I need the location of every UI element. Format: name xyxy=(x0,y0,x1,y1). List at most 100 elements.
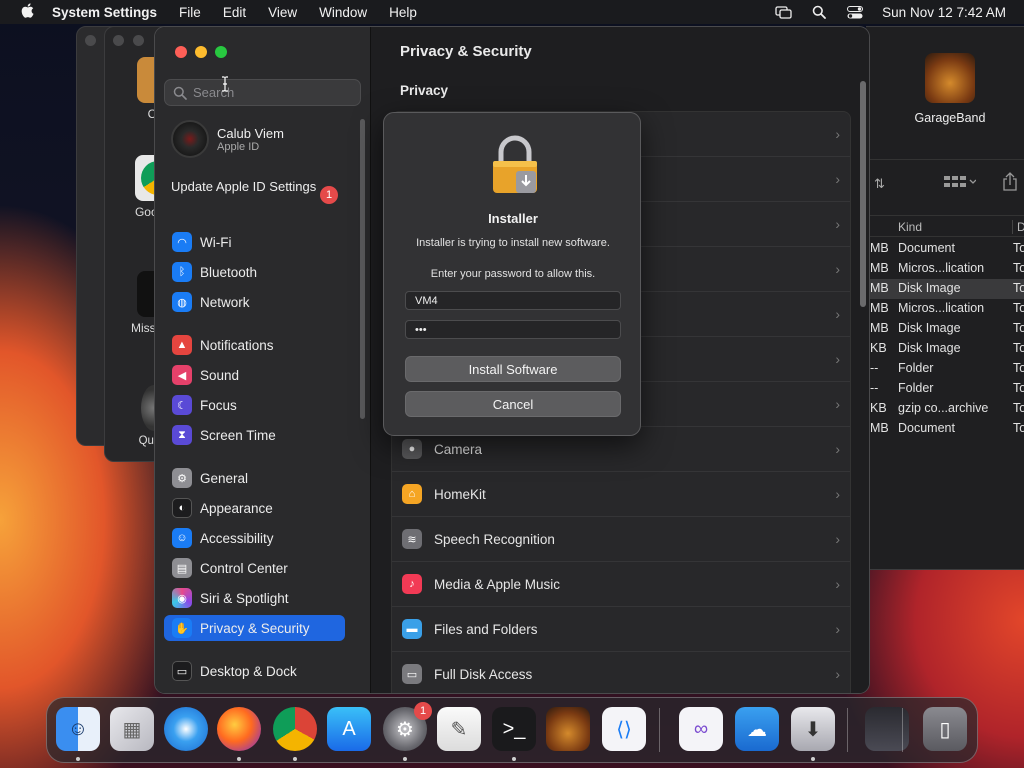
screen-mirroring-icon[interactable] xyxy=(774,5,792,19)
finder-row[interactable]: KB gzip co...archive To xyxy=(866,399,1024,419)
minimize-window-button[interactable] xyxy=(195,46,207,58)
app-store-icon[interactable]: A xyxy=(327,707,371,751)
group-view-icon[interactable] xyxy=(944,174,977,193)
moon-icon: ☾ xyxy=(172,395,192,415)
sidebar-item-appearance[interactable]: ◐ Appearance xyxy=(164,495,345,521)
search-input[interactable] xyxy=(193,85,343,100)
cancel-button[interactable]: Cancel xyxy=(405,391,621,417)
page-title: Privacy & Security xyxy=(400,43,532,60)
column-kind[interactable]: Kind xyxy=(898,220,922,234)
privacy-row-label: Full Disk Access xyxy=(434,666,533,682)
dock-separator xyxy=(659,708,660,752)
visual-studio-icon[interactable]: ∞ xyxy=(679,707,723,751)
privacy-row-full-disk-access[interactable]: ▭ Full Disk Access › xyxy=(392,652,850,693)
privacy-row-homekit[interactable]: ⌂ HomeKit › xyxy=(392,472,850,517)
sidebar-item-network[interactable]: ◍ Network xyxy=(164,289,345,315)
sidebar-item-focus[interactable]: ☾ Focus xyxy=(164,392,345,418)
safari-icon[interactable] xyxy=(164,707,208,751)
chrome-icon[interactable] xyxy=(273,707,317,751)
finder-row[interactable]: -- Folder To xyxy=(866,359,1024,379)
menu-file[interactable]: File xyxy=(179,5,201,20)
privacy-row-label: Camera xyxy=(434,441,483,457)
finder-item-garageband[interactable]: GarageBand xyxy=(910,53,990,125)
sidebar-scrollbar[interactable] xyxy=(360,119,365,419)
close-window-button[interactable] xyxy=(175,46,187,58)
finder-window[interactable]: GarageBand ⇅ Kind D MB Document To MB Micros… xyxy=(866,26,1024,570)
file-size: -- xyxy=(870,381,879,395)
running-indicator xyxy=(293,757,297,761)
sidebar-item-label: Appearance xyxy=(200,500,273,516)
menu-view[interactable]: View xyxy=(268,5,297,20)
menu-app-name[interactable]: System Settings xyxy=(52,5,157,20)
search-icon xyxy=(173,86,187,100)
finder-row[interactable]: KB Disk Image To xyxy=(866,339,1024,359)
privacy-row-media-apple-music[interactable]: ♪ Media & Apple Music › xyxy=(392,562,850,607)
running-indicator xyxy=(403,757,407,761)
dock-separator xyxy=(902,708,903,752)
apple-logo-icon[interactable] xyxy=(18,2,36,22)
trash-icon[interactable]: ▯ xyxy=(923,707,967,751)
sidebar-item-privacy-security[interactable]: ✋ Privacy & Security xyxy=(164,615,345,641)
privacy-row-files-and-folders[interactable]: ▬ Files and Folders › xyxy=(392,607,850,652)
dock-separator xyxy=(847,708,848,752)
window-control-icon[interactable] xyxy=(113,35,124,46)
sidebar-item-screen-time[interactable]: ⧗ Screen Time xyxy=(164,422,345,448)
menu-clock[interactable]: Sun Nov 12 7:42 AM xyxy=(882,5,1006,20)
control-center-icon[interactable] xyxy=(846,5,864,19)
sidebar-item-wi-fi[interactable]: ◠ Wi-Fi xyxy=(164,229,345,255)
password-field[interactable]: ••• xyxy=(405,320,621,339)
privacy-row-label: Speech Recognition xyxy=(434,531,555,547)
finder-row[interactable]: MB Disk Image To xyxy=(866,319,1024,339)
installer-icon[interactable]: ⬇ xyxy=(791,707,835,751)
sidebar-item-general[interactable]: ⚙ General xyxy=(164,465,345,491)
finder-row[interactable]: MB Document To xyxy=(866,419,1024,439)
privacy-row-speech-recognition[interactable]: ≋ Speech Recognition › xyxy=(392,517,850,562)
update-apple-id-link[interactable]: Update Apple ID Settings xyxy=(171,179,341,195)
sidebar-item-accessibility[interactable]: ☺ Accessibility xyxy=(164,525,345,551)
install-software-button[interactable]: Install Software xyxy=(405,356,621,382)
garageband-icon[interactable] xyxy=(546,707,590,751)
firefox-icon[interactable] xyxy=(217,707,261,751)
spotlight-search-icon[interactable] xyxy=(810,5,828,19)
column-date[interactable]: D xyxy=(1012,220,1024,234)
menu-window[interactable]: Window xyxy=(319,5,367,20)
finder-row[interactable]: MB Document To xyxy=(866,239,1024,259)
zoom-window-button[interactable] xyxy=(215,46,227,58)
username-field[interactable]: VM4 xyxy=(405,291,621,310)
finder-row[interactable]: MB Micros...lication To xyxy=(866,259,1024,279)
weather-icon[interactable]: ☁ xyxy=(735,707,779,751)
file-date: To xyxy=(1013,281,1024,295)
running-indicator xyxy=(811,757,815,761)
vscode-icon[interactable]: ⟨⟩ xyxy=(602,707,646,751)
finder-row[interactable]: MB Disk Image To xyxy=(866,279,1024,299)
terminal-icon[interactable]: >_ xyxy=(492,707,536,751)
chevron-right-icon: › xyxy=(835,306,840,322)
textedit-icon[interactable]: ✎ xyxy=(437,707,481,751)
window-control-icon[interactable] xyxy=(85,35,96,46)
sidebar-item-control-center[interactable]: ▤ Control Center xyxy=(164,555,345,581)
menu-edit[interactable]: Edit xyxy=(223,5,246,20)
sidebar-item-notifications[interactable]: ▲ Notifications xyxy=(164,332,345,358)
share-icon[interactable] xyxy=(1002,172,1018,195)
running-indicator xyxy=(237,757,241,761)
menu-help[interactable]: Help xyxy=(389,5,417,20)
launchpad-icon[interactable]: ▦ xyxy=(110,707,154,751)
file-kind: Folder xyxy=(898,361,934,375)
privacy-row-label: HomeKit xyxy=(434,486,486,502)
garageband-icon xyxy=(925,53,975,103)
dock-icon: ▭ xyxy=(172,661,192,681)
finder-row[interactable]: MB Micros...lication To xyxy=(866,299,1024,319)
sidebar-item-desktop-dock[interactable]: ▭ Desktop & Dock xyxy=(164,658,345,684)
sort-chevrons-icon[interactable]: ⇅ xyxy=(874,176,885,192)
sidebar-item-siri-spotlight[interactable]: ◉ Siri & Spotlight xyxy=(164,585,345,611)
sidebar-item-sound[interactable]: ◀ Sound xyxy=(164,362,345,388)
window-control-icon[interactable] xyxy=(133,35,144,46)
sidebar-item-bluetooth[interactable]: ᛒ Bluetooth xyxy=(164,259,345,285)
file-date: To xyxy=(1013,381,1024,395)
apple-id-profile[interactable]: Calub Viem Apple ID xyxy=(171,119,284,159)
finder-column-header[interactable]: Kind D xyxy=(866,215,1024,237)
finder-row[interactable]: -- Folder To xyxy=(866,379,1024,399)
sidebar-search[interactable] xyxy=(164,79,361,106)
finder-icon[interactable]: ☺ xyxy=(56,707,100,751)
content-scrollbar[interactable] xyxy=(860,81,866,307)
